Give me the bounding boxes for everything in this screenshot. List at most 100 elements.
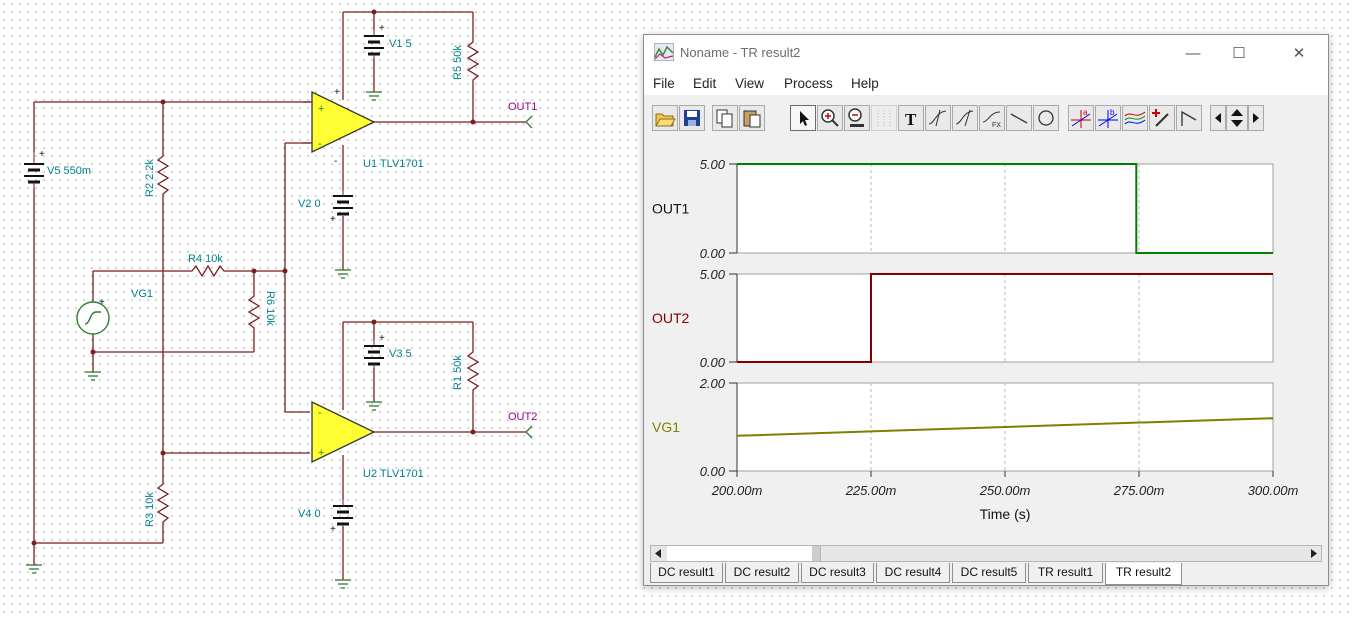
- window-title: Noname - TR result2: [680, 45, 801, 60]
- y-tick-label: 5.00: [700, 157, 726, 172]
- zoom-in-button[interactable]: [817, 105, 843, 131]
- circle-icon: [1038, 110, 1054, 126]
- line-tool-button[interactable]: [1006, 105, 1032, 131]
- cursor-a-button[interactable]: [925, 105, 951, 131]
- x-tick-label: 250.00m: [979, 483, 1031, 498]
- scroll-right-arrow-icon[interactable]: [1307, 547, 1320, 560]
- polarity-plus: +: [379, 23, 385, 34]
- close-button[interactable]: ✕: [1276, 35, 1322, 71]
- y-tick-label: 0.00: [700, 355, 726, 370]
- polarity-plus: +: [334, 87, 340, 98]
- ground-icon: [366, 401, 382, 411]
- open-button[interactable]: [652, 105, 678, 131]
- out2-net-label: OUT2: [508, 411, 537, 423]
- scroll-left-button[interactable]: [1210, 105, 1226, 131]
- maximize-button[interactable]: ☐: [1216, 35, 1262, 71]
- r6-resistor: [247, 290, 261, 330]
- add-probe-button[interactable]: [1149, 105, 1175, 131]
- line-icon: [1010, 113, 1028, 124]
- ground-icon: [335, 269, 351, 279]
- text-tool-button[interactable]: T: [898, 105, 924, 131]
- opamp-noninv-sign: +: [318, 103, 324, 115]
- x-tick-label: 275.00m: [1113, 483, 1165, 498]
- curve-cursor-icon: [928, 109, 947, 127]
- v4-label: V4 0: [298, 508, 321, 520]
- wires: [33, 11, 526, 580]
- r5-label: R5 50k: [452, 45, 464, 80]
- ground-icon: [26, 564, 42, 574]
- paste-button[interactable]: [739, 105, 765, 131]
- copy-button[interactable]: [712, 105, 738, 131]
- v5-label: V5 550m: [47, 165, 91, 177]
- r5-resistor: [466, 36, 480, 86]
- r4-resistor: [186, 264, 228, 278]
- y-tick-label: 0.00: [700, 464, 726, 479]
- polarity-plus: +: [330, 214, 336, 225]
- v3-battery: [364, 340, 384, 368]
- tab-tr-result1[interactable]: TR result1: [1028, 563, 1103, 583]
- v1-label: V1 5: [389, 38, 412, 50]
- select-pointer-button[interactable]: [790, 105, 816, 131]
- svg-text:a: a: [1083, 108, 1088, 117]
- polarity-plus: +: [99, 297, 105, 308]
- opamp-noninv-sign: +: [318, 447, 324, 459]
- r3-resistor: [156, 478, 170, 528]
- y-tick-label: 5.00: [700, 267, 726, 282]
- r1-resistor: [466, 346, 480, 396]
- polarity-plus: +: [379, 333, 385, 344]
- grid-icon: [877, 110, 891, 126]
- svg-text:b: b: [1110, 108, 1115, 117]
- menu-edit[interactable]: Edit: [693, 76, 716, 91]
- x-axis-label: Time (s): [980, 506, 1031, 522]
- scroll-updown-button[interactable]: [1226, 105, 1248, 131]
- scrollbar-thumb[interactable]: [812, 546, 820, 561]
- trace-label-out2: OUT2: [652, 310, 690, 326]
- curve-fx-icon: FX: [982, 111, 1001, 129]
- menu-help[interactable]: Help: [851, 76, 879, 91]
- horizontal-scrollbar[interactable]: [650, 545, 1322, 562]
- tab-dc-result4[interactable]: DC result4: [876, 563, 950, 583]
- tab-dc-result3[interactable]: DC result3: [801, 563, 874, 583]
- cursor-a-place-button[interactable]: a: [1068, 105, 1094, 131]
- r4-label: R4 10k: [188, 253, 223, 265]
- polarity-plus: +: [39, 149, 45, 160]
- opamp-inv-sign: -: [318, 138, 322, 150]
- traces-button[interactable]: [1122, 105, 1148, 131]
- circuit-schematic[interactable]: + + + + + + + - + - - + V5 550m R2 2.2k …: [0, 0, 640, 617]
- vg1-label: VG1: [131, 288, 153, 300]
- tab-tr-result2[interactable]: TR result2: [1105, 563, 1182, 585]
- scroll-right-button[interactable]: [1248, 105, 1264, 131]
- scroll-left-arrow-icon[interactable]: [652, 547, 665, 560]
- v1-battery: [364, 30, 384, 58]
- cursor-b-place-button[interactable]: b: [1095, 105, 1121, 131]
- zoom-out-button[interactable]: [844, 105, 870, 131]
- r2-label: R2 2.2k: [144, 159, 156, 197]
- v2-battery: [333, 190, 353, 216]
- tab-dc-result5[interactable]: DC result5: [952, 563, 1026, 583]
- fit-curve-button[interactable]: FX: [979, 105, 1005, 131]
- ground-icon: [335, 579, 351, 589]
- cursor-b-button[interactable]: [952, 105, 978, 131]
- crosshair-b-icon: b: [1098, 108, 1118, 128]
- menu-process[interactable]: Process: [784, 76, 833, 91]
- grid-button[interactable]: [871, 105, 897, 131]
- title-bar[interactable]: Noname - TR result2 — ☐ ✕: [644, 35, 1328, 71]
- transient-plot[interactable]: 5.00 0.00 OUT1 5.00 0.00 OUT2 2.00 0.00 VG1 200.0…: [644, 143, 1328, 543]
- text-icon: T: [905, 110, 917, 129]
- copy-icon: [716, 109, 733, 128]
- app-icon: [654, 43, 674, 61]
- menu-file[interactable]: File: [653, 76, 675, 91]
- corner-button[interactable]: [1176, 105, 1202, 131]
- tab-dc-result2[interactable]: DC result2: [725, 563, 799, 583]
- paste-icon: [743, 110, 761, 128]
- menu-view[interactable]: View: [735, 76, 764, 91]
- multi-trace-icon: [1124, 111, 1146, 125]
- svg-text:FX: FX: [992, 122, 1001, 129]
- save-button[interactable]: [679, 105, 705, 131]
- folder-open-icon: [655, 113, 676, 127]
- out1-net-label: OUT1: [508, 101, 537, 113]
- tab-dc-result1[interactable]: DC result1: [650, 563, 723, 583]
- probe-icon: [1152, 109, 1169, 127]
- circle-tool-button[interactable]: [1033, 105, 1059, 131]
- minimize-button[interactable]: —: [1170, 35, 1216, 71]
